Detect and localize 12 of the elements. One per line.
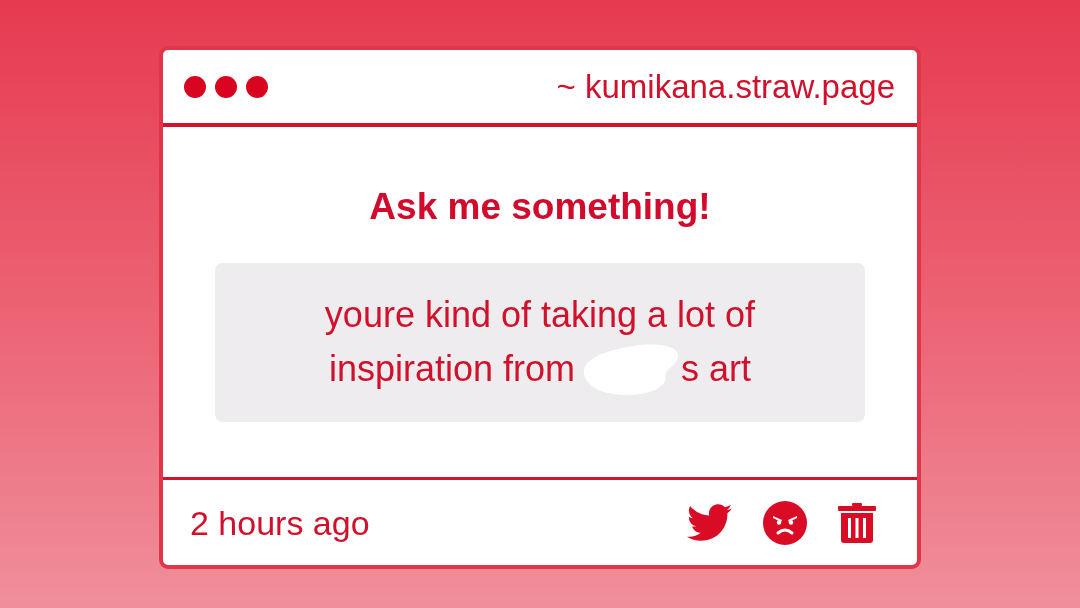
dot-icon bbox=[246, 75, 268, 98]
question-text: youre kind of taking a lot of bbox=[324, 293, 756, 337]
angry-face-icon[interactable] bbox=[763, 500, 807, 545]
bird-icon[interactable] bbox=[687, 504, 732, 541]
prompt-title: Ask me something! bbox=[369, 185, 711, 229]
question-text: s art bbox=[681, 347, 752, 391]
site-address: ~ kumikana.straw.page bbox=[556, 66, 895, 107]
dot-icon bbox=[215, 75, 237, 98]
question-text: inspiration from bbox=[328, 347, 576, 391]
time-ago: 2 hours ago bbox=[190, 502, 370, 543]
trash-icon[interactable] bbox=[838, 502, 876, 543]
dot-icon bbox=[184, 75, 206, 98]
